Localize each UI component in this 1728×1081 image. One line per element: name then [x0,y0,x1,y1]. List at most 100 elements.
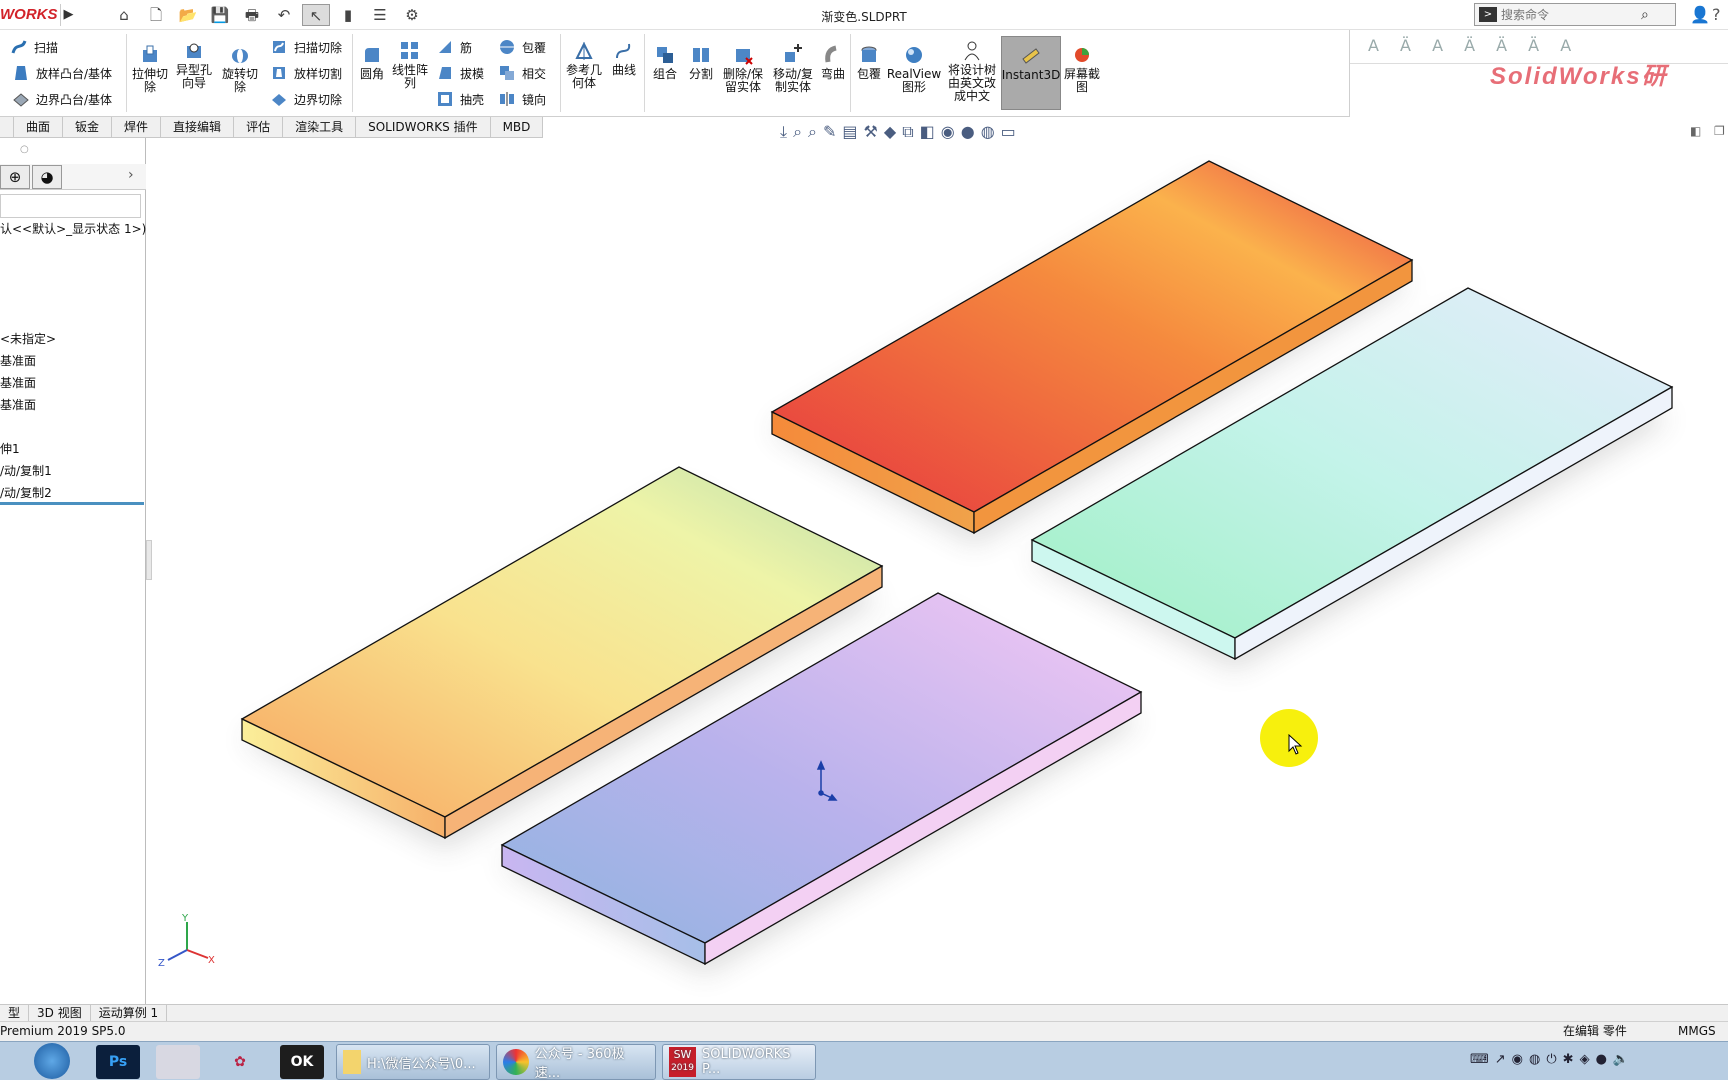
screen-capture-button[interactable]: 屏幕截图 [1062,44,1102,94]
tab-3d-views[interactable]: 3D 视图 [29,1005,91,1021]
tree-plane-front[interactable]: 基准面 [0,352,36,369]
tree-move-copy-2[interactable]: /动/复制2 [0,484,52,501]
model-view[interactable]: Y X Z [147,138,1728,1004]
new-document-icon[interactable]: 🗋 [142,4,170,26]
view-triad[interactable]: Y X Z [158,913,215,969]
boundary-boss-button[interactable]: 边界凸台/基体 [12,90,112,108]
swept-cut-button[interactable]: 扫描切除 [270,38,342,56]
file-properties-icon[interactable]: ☰ [366,4,394,26]
tree-plane-right[interactable]: 基准面 [0,396,36,413]
sweep-icon [11,40,27,54]
units-selector[interactable]: MMGS [1678,1022,1716,1041]
panel-toggle-icon[interactable]: ◧ [1690,124,1701,138]
tab-sheet-metal[interactable]: 钣金 [63,117,113,137]
combine-button[interactable]: 组合 [648,44,682,81]
app-icon-flower[interactable]: ✿ [218,1045,262,1079]
expand-menu-arrow-icon[interactable]: ▶ [60,4,76,26]
volume-icon[interactable]: 🔈 [1613,1052,1629,1067]
tree-plane-top[interactable]: 基准面 [0,374,36,391]
swept-cut-label: 扫描切除 [294,40,343,55]
rib-button[interactable]: 筋 [436,38,472,56]
tree-configuration[interactable]: 认<<默认>_显示状态 1>) [0,220,146,237]
rebuild-traffic-light-icon[interactable]: ▮ [334,4,362,26]
graphics-viewport[interactable]: Y X Z [147,138,1728,1004]
tab-direct-edit[interactable]: 直接编辑 [161,117,235,137]
app-icon-photo[interactable] [156,1045,200,1079]
window-restore-icon[interactable]: ❐ [1714,124,1725,138]
intersect-button[interactable]: 相交 [498,64,546,82]
mirror-button[interactable]: 镜向 [498,90,546,108]
tab-surfaces[interactable]: 曲面 [14,117,64,137]
undo-icon[interactable]: ↶ [270,4,298,26]
draft-button[interactable]: 拔模 [436,64,484,82]
realview-button[interactable]: RealView图形 [884,44,944,94]
search-input[interactable] [1501,7,1641,22]
wrap-secondary-button[interactable]: 包覆 [854,44,884,81]
split-button[interactable]: 分割 [684,44,718,81]
boundary-cut-button[interactable]: 边界切除 [270,90,342,108]
fillet-button[interactable]: 圆角 [356,44,388,81]
mouse-pointer-icon [1288,734,1303,755]
panel-expand-chevron-icon[interactable]: › [128,167,134,183]
tab-motion-study[interactable]: 运动算例 1 [91,1005,168,1021]
tree-move-copy-1[interactable]: /动/复制1 [0,462,52,479]
keyboard-icon[interactable]: ⌨ [1470,1052,1489,1067]
reference-geometry-button[interactable]: 参考几何体 [564,40,604,90]
options-gear-icon[interactable]: ⚙ [398,4,426,26]
tab-solidworks-addins[interactable]: SOLIDWORKS 插件 [356,117,491,137]
translate-tree-button[interactable]: 将设计树由英文改成中文 [946,40,998,103]
loft-boss-button[interactable]: 放样凸台/基体 [12,64,112,82]
taskbar-browser[interactable]: 公众号 - 360极速... [496,1044,656,1081]
help-icon[interactable]: ? [1712,5,1721,24]
tab-model[interactable]: 型 [0,1005,30,1021]
tree-extrude[interactable]: 伸1 [0,440,20,457]
rollback-bar[interactable] [0,502,144,505]
tab-weldments[interactable]: 焊件 [112,117,162,137]
display-manager-icon[interactable]: ◕ [32,165,62,189]
tree-filter-input[interactable] [0,194,141,218]
arrow-icon[interactable]: ↗ [1495,1052,1506,1067]
taskbar-solidworks[interactable]: SW 2019 SOLIDWORKS P... [662,1044,816,1080]
delete-keep-body-button[interactable]: 删除/保留实体 [718,44,768,94]
start-button-icon[interactable] [34,1043,70,1079]
bluetooth-icon[interactable]: ✱ [1563,1052,1574,1067]
print-icon[interactable]: 🖶 [238,4,266,26]
app-logo[interactable]: WORKS [0,6,58,23]
panel-tabs: ⊕ ◕ › [0,164,146,190]
panel-handle-icon[interactable]: ○ [20,144,29,155]
linear-pattern-button[interactable]: 线性阵列 [390,40,430,90]
wrap-button[interactable]: 包覆 [498,38,546,56]
app-icon-ok[interactable]: OK [280,1045,324,1079]
select-pointer-icon[interactable]: ↖ [302,4,330,26]
curves-button[interactable]: 曲线 [606,40,642,77]
tab-render-tools[interactable]: 渲染工具 [283,117,357,137]
flex-button[interactable]: 弯曲 [818,44,848,81]
text-format-icons[interactable]: A Ä A Ä Ä Ä A [1368,36,1579,55]
instant3d-toggle[interactable]: Instant3D [1001,36,1061,110]
extrude-cut-button[interactable]: 拉伸切除 [130,44,170,94]
record-icon[interactable]: ● [1596,1052,1607,1067]
taskbar-explorer[interactable]: H:\微信公众号\0... [336,1044,490,1080]
revolve-cut-button[interactable]: 旋转切除 [220,44,260,94]
sweep-button[interactable]: 扫描 [10,38,58,56]
search-commands-box[interactable]: > ⌕ [1474,3,1676,26]
search-icon[interactable]: ⌕ [1641,7,1649,23]
save-icon[interactable]: 💾 [206,4,234,26]
tab-evaluate[interactable]: 评估 [234,117,284,137]
shell-button[interactable]: 抽壳 [436,90,484,108]
power-icon[interactable]: ⏻ [1546,1052,1556,1067]
shield-icon[interactable]: ◈ [1580,1052,1590,1067]
lofted-cut-button[interactable]: 放样切割 [270,64,342,82]
tree-material[interactable]: <未指定> [0,330,56,347]
photoshop-icon[interactable]: Ps [96,1045,140,1079]
open-folder-icon[interactable]: 📂 [174,4,202,26]
tab-mbd[interactable]: MBD [491,117,544,137]
tab-hidden[interactable] [0,117,14,137]
app-tray-icon[interactable]: ◉ [1512,1052,1523,1067]
network-icon[interactable]: ◍ [1529,1052,1540,1067]
hole-wizard-button[interactable]: 异型孔向导 [174,40,214,90]
user-icon[interactable]: 👤 [1690,5,1710,24]
move-copy-body-button[interactable]: 移动/复制实体 [768,44,818,94]
home-icon[interactable]: ⌂ [110,4,138,26]
dimxpert-crosshair-icon[interactable]: ⊕ [0,165,30,189]
